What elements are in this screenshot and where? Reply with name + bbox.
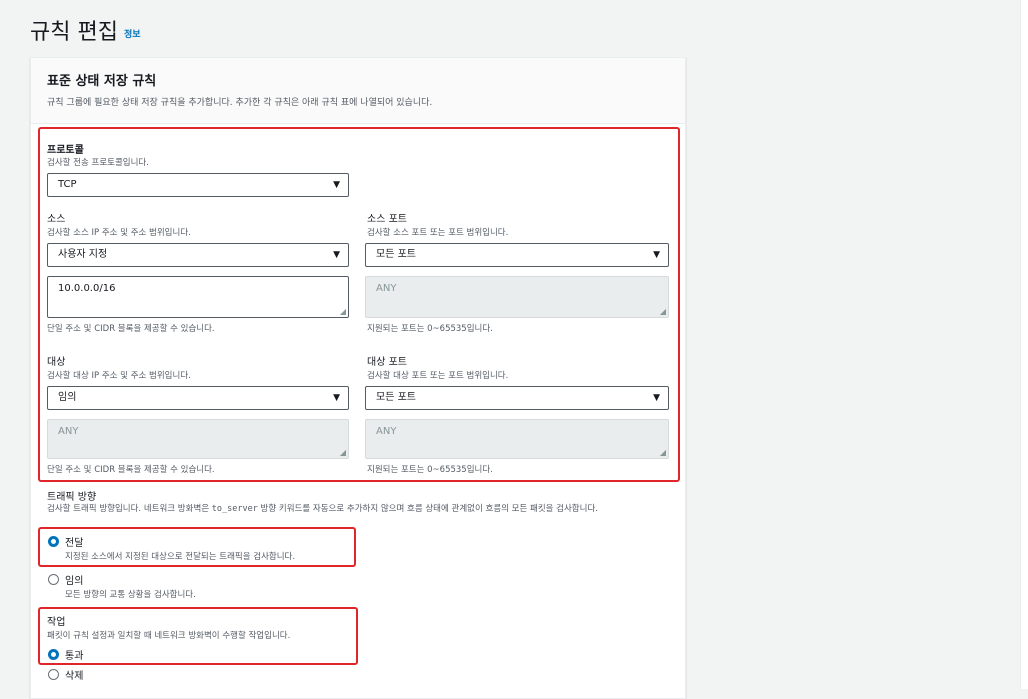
page-title: 규칙 편집 정보: [30, 14, 141, 46]
traffic-direction-description-text: 방향 키워드를 자동으로 추가하지 않으며 흐름 상태에 관계없이 흐름의 모든…: [257, 504, 598, 514]
panel-description: 규칙 그룹에 필요한 상태 저장 규칙을 추가합니다. 추가한 각 규칙은 아래…: [47, 98, 433, 108]
action-drop-radio[interactable]: [48, 669, 59, 680]
traffic-direction-description: 검사할 트래픽 방향입니다. 네트워크 방화벽은 to_server 방향 키워…: [47, 504, 667, 515]
highlight-action: [38, 607, 358, 665]
action-drop-label[interactable]: 삭제: [65, 667, 83, 682]
page-title-text: 규칙 편집: [30, 20, 118, 45]
traffic-direction-description-text: 검사할 트래픽 방향입니다. 네트워크 방화벽은: [47, 504, 212, 514]
highlight-source-destination: [38, 127, 680, 482]
info-link[interactable]: 정보: [124, 30, 141, 40]
panel-header: 표준 상태 저장 규칙 규칙 그룹에 필요한 상태 저장 규칙을 추가합니다. …: [31, 58, 685, 124]
page-edge: [1020, 0, 1028, 689]
traffic-direction-any-label[interactable]: 임의: [65, 572, 83, 587]
panel-title: 표준 상태 저장 규칙: [47, 74, 157, 89]
traffic-direction-any-radio[interactable]: [48, 574, 59, 585]
traffic-direction-label: 트래픽 방향: [47, 492, 97, 503]
traffic-direction-any-description: 모든 방향의 교통 상황을 검사합니다.: [65, 590, 196, 600]
highlight-forward-option: [38, 527, 356, 567]
traffic-direction-keyword: to_server: [211, 504, 258, 514]
